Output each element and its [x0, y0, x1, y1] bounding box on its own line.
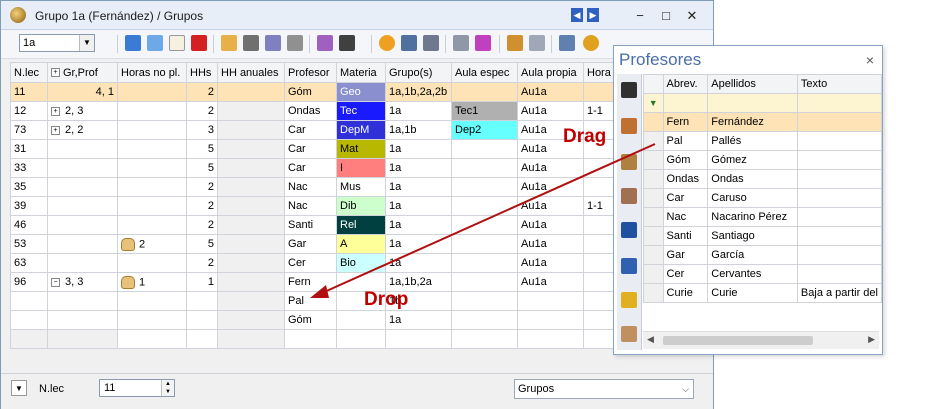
arrow-head	[310, 285, 329, 298]
drag-annotation: Drag	[563, 126, 607, 147]
drag-drop-arrow	[310, 143, 656, 298]
drop-annotation: Drop	[364, 289, 409, 310]
arrow-line	[321, 143, 656, 294]
